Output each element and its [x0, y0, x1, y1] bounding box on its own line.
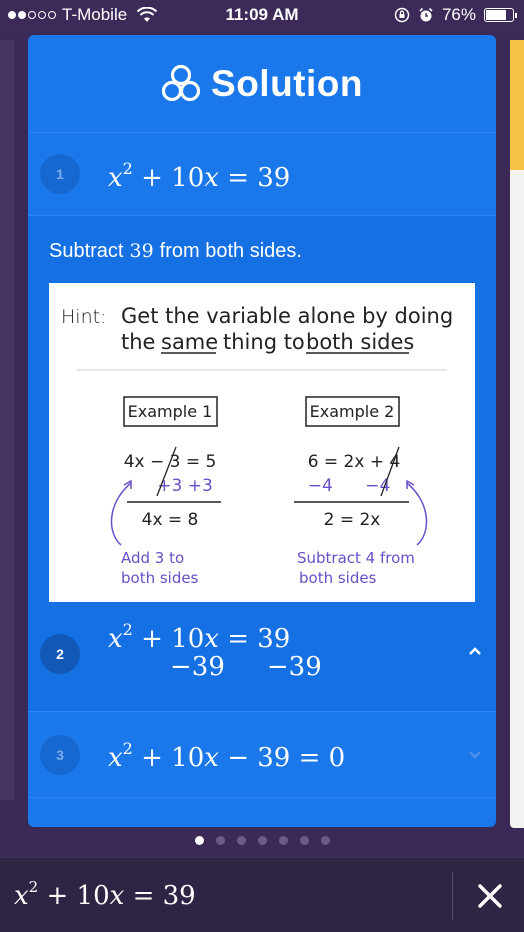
page-dot[interactable]	[215, 836, 225, 845]
example-2-note-2: both sides	[299, 569, 377, 587]
example-1-result: 4x = 8	[142, 510, 199, 530]
example-2-title: Example 2	[310, 402, 395, 421]
next-card-peek[interactable]	[510, 40, 524, 828]
alarm-icon	[419, 7, 433, 22]
step-equation: x2 + 10x − 39 = 0	[108, 739, 346, 773]
example-2-note-1: Subtract 4 from	[297, 549, 415, 567]
step-number-badge: 2	[40, 634, 80, 674]
previous-card-peek[interactable]	[0, 40, 14, 800]
page-dot[interactable]	[194, 836, 204, 845]
chevron-down-icon[interactable]	[468, 750, 482, 760]
explanation-text: Subtract 39 from both sides.	[49, 240, 302, 262]
scanned-equation[interactable]: x2 + 10x = 39	[14, 878, 196, 911]
example-2-equation: 6 = 2x + 4	[308, 452, 401, 472]
card-header: Solution	[28, 35, 496, 133]
status-bar: T-Mobile 11:09 AM 76%	[0, 0, 524, 30]
step-number-badge: 1	[40, 154, 80, 194]
photomath-logo-icon	[161, 64, 201, 101]
close-icon[interactable]	[470, 876, 510, 916]
hint-illustration: Hint: Get the variable alone by doing th…	[61, 304, 453, 587]
hint-line-2-same: same	[161, 330, 218, 354]
hint-line-2-b: thing to	[223, 330, 305, 354]
card-title: Solution	[211, 62, 363, 104]
page-indicator[interactable]	[0, 836, 524, 845]
hint-line-1: Get the variable alone by doing	[121, 304, 453, 328]
step-equation-line-2: −39 −39	[170, 652, 322, 682]
example-1-add: +3 +3	[157, 476, 213, 496]
status-right: 76%	[394, 5, 517, 25]
battery-percent: 76%	[441, 5, 476, 24]
step-equation: x2 + 10x = 39	[108, 620, 291, 654]
chevron-up-icon[interactable]	[468, 646, 482, 656]
hint-line-2-both: both sides	[306, 330, 414, 354]
page-dot[interactable]	[299, 836, 309, 845]
step-number-badge: 3	[40, 735, 80, 775]
page-dot[interactable]	[278, 836, 288, 845]
divider	[452, 872, 453, 920]
page-dot[interactable]	[236, 836, 246, 845]
example-2-subtract: −4 −4	[308, 476, 391, 496]
example-1-note-1: Add 3 to	[121, 549, 184, 567]
step-row-2[interactable]: 2 x2 + 10x = 39 −39 −39	[28, 602, 496, 712]
step-row-1[interactable]: 1 x2 + 10x = 39	[28, 133, 496, 216]
solution-card: Solution 1 x2 + 10x = 39 Subtract 39 from …	[28, 35, 496, 827]
example-2-result: 2 = 2x	[324, 510, 381, 530]
example-1-title: Example 1	[128, 402, 213, 421]
rotation-lock-icon	[394, 7, 410, 23]
page-dot[interactable]	[257, 836, 267, 845]
hint-label: Hint:	[61, 306, 106, 328]
step-explanation: Subtract 39 from both sides. Hint: Get the…	[28, 216, 496, 605]
example-1-note-2: both sides	[121, 569, 199, 587]
battery-icon	[484, 8, 517, 22]
step-row-3[interactable]: 3 x2 + 10x − 39 = 0	[28, 712, 496, 798]
hint-line-2-a: the	[121, 330, 155, 354]
step-equation: x2 + 10x = 39	[108, 159, 291, 193]
hint-image: Hint: Get the variable alone by doing th…	[49, 283, 475, 605]
page-dot[interactable]	[320, 836, 330, 845]
bottom-bar: x2 + 10x = 39	[0, 857, 524, 932]
